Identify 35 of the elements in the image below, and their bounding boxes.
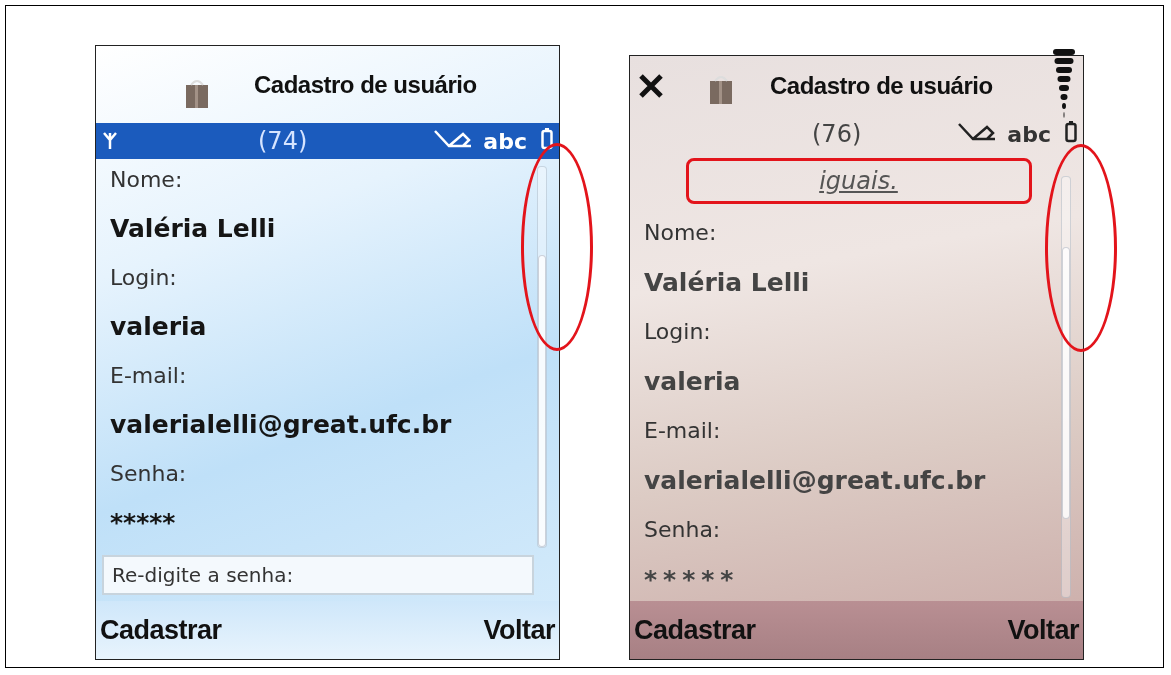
field-value[interactable]: ***** [644, 553, 1043, 601]
field-label: Senha: [110, 460, 188, 488]
field-label: Senha: [644, 516, 722, 544]
input-mode-label: abc [1007, 121, 1051, 147]
close-icon[interactable] [638, 73, 664, 99]
character-counter: (74) [258, 127, 308, 155]
field-value[interactable]: valerialelli@great.ufc.br [644, 454, 1043, 507]
field-value[interactable]: ***** [110, 495, 519, 551]
character-counter: (76) [812, 120, 862, 148]
battery-icon [541, 128, 553, 150]
field-value[interactable]: valeria [644, 355, 1043, 408]
softkey-button[interactable]: Cadastrar [634, 614, 756, 646]
screen-title: Cadastro de usuário [770, 72, 993, 100]
battery-icon [1065, 121, 1077, 143]
field-label: Nome: [110, 166, 184, 194]
field-value[interactable]: valerialelli@great.ufc.br [110, 397, 519, 453]
softkey-button[interactable]: Voltar [483, 614, 555, 646]
scrollbar[interactable] [1061, 176, 1071, 598]
softkey-button[interactable]: Cadastrar [100, 614, 222, 646]
field-label: Login: [644, 318, 712, 346]
field-label: E-mail: [644, 417, 722, 445]
field-label: Login: [110, 264, 178, 292]
signal-antenna-icon [102, 131, 118, 151]
softkey-button[interactable]: Voltar [1007, 614, 1079, 646]
field-label: E-mail: [110, 362, 188, 390]
book-icon [708, 73, 734, 105]
field-label: Nome: [644, 219, 718, 247]
field-value[interactable]: Valéria Lelli [644, 256, 1043, 309]
message-text: iguais. [685, 158, 1032, 204]
field-value[interactable]: valeria [110, 299, 519, 355]
input-field[interactable]: Re-digite a senha: [102, 555, 534, 595]
scrollbar[interactable] [537, 166, 547, 548]
input-mode-label: abc [483, 128, 527, 154]
screen-title: Cadastro de usuário [254, 70, 477, 99]
field-value[interactable]: Valéria Lelli [110, 201, 519, 257]
